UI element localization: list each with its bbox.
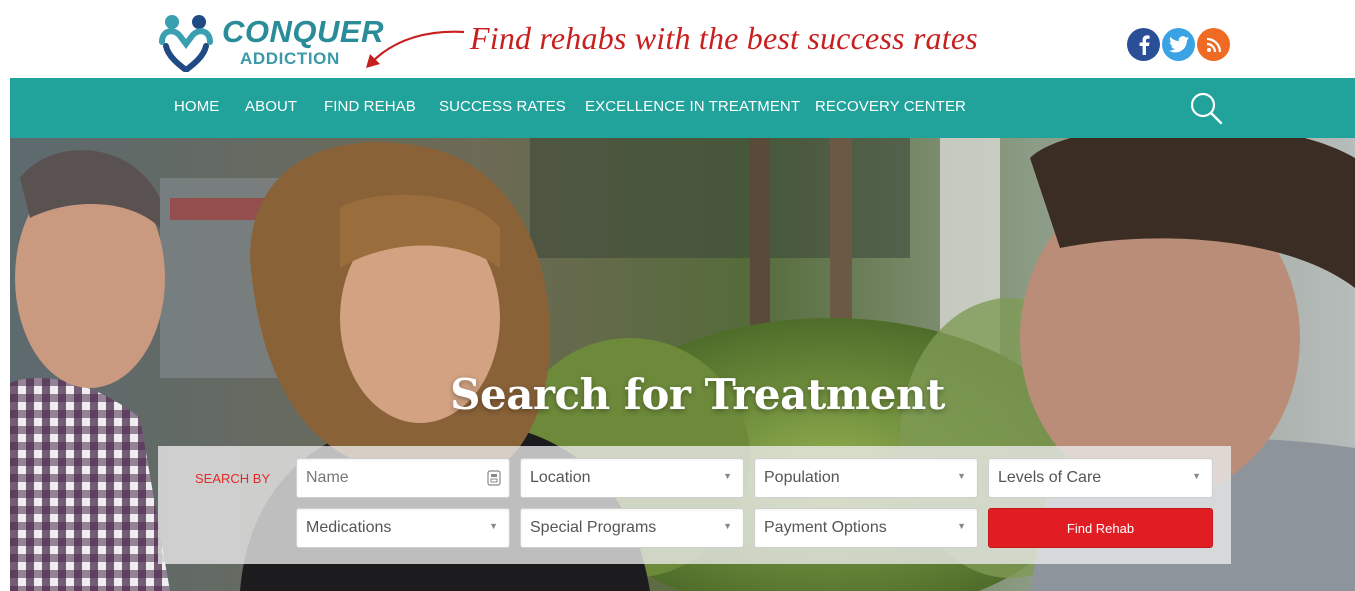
name-input[interactable]: [296, 458, 510, 498]
treatment-search-form: SEARCH BY Location ▼ Population ▼ Levels…: [158, 446, 1231, 564]
location-select-value: Location: [530, 469, 591, 486]
autofill-icon[interactable]: [487, 470, 501, 486]
chevron-down-icon: ▼: [957, 521, 966, 531]
chevron-down-icon: ▼: [723, 471, 732, 481]
location-select[interactable]: Location ▼: [520, 458, 744, 498]
search-icon[interactable]: [1188, 90, 1224, 126]
nav-item-success-rates[interactable]: SUCCESS RATES: [439, 98, 566, 115]
payment-options-select-value: Payment Options: [764, 519, 887, 536]
facebook-icon[interactable]: [1127, 28, 1160, 61]
logo-wordmark-secondary: ADDICTION: [240, 49, 340, 68]
find-rehab-button[interactable]: Find Rehab: [988, 508, 1213, 548]
medications-select[interactable]: Medications ▼: [296, 508, 510, 548]
main-nav: HOME ABOUT FIND REHAB SUCCESS RATES EXCE…: [10, 78, 1355, 138]
logo[interactable]: CONQUER ADDICTION: [158, 10, 383, 74]
arrow-icon: [366, 30, 465, 68]
payment-options-select[interactable]: Payment Options ▼: [754, 508, 978, 548]
chevron-down-icon: ▼: [957, 471, 966, 481]
levels-of-care-select[interactable]: Levels of Care ▼: [988, 458, 1213, 498]
nav-item-recovery-center[interactable]: RECOVERY CENTER: [815, 98, 966, 115]
site-header: CONQUER ADDICTION Find rehabs with the b…: [0, 0, 1355, 78]
nav-item-excellence-in-treatment[interactable]: EXCELLENCE IN TREATMENT: [585, 98, 800, 115]
name-field-wrapper: [296, 458, 510, 498]
levels-of-care-select-value: Levels of Care: [998, 469, 1102, 486]
special-programs-select-value: Special Programs: [530, 519, 657, 536]
chevron-down-icon: ▼: [489, 521, 498, 531]
twitter-icon[interactable]: [1162, 28, 1195, 61]
nav-item-home[interactable]: HOME: [174, 98, 219, 115]
logo-mark-icon: [159, 15, 213, 72]
search-by-label: SEARCH BY: [195, 471, 271, 486]
rss-icon[interactable]: [1197, 28, 1230, 61]
nav-item-about[interactable]: ABOUT: [245, 98, 297, 115]
population-select-value: Population: [764, 469, 840, 486]
population-select[interactable]: Population ▼: [754, 458, 978, 498]
special-programs-select[interactable]: Special Programs ▼: [520, 508, 744, 548]
tagline: Find rehabs with the best success rates: [470, 20, 978, 56]
hero-title: Search for Treatment: [450, 370, 945, 419]
chevron-down-icon: ▼: [723, 521, 732, 531]
chevron-down-icon: ▼: [1192, 471, 1201, 481]
medications-select-value: Medications: [306, 519, 392, 536]
hero-banner: Search for Treatment SEARCH BY Location …: [10, 138, 1355, 591]
nav-item-find-rehab[interactable]: FIND REHAB: [324, 98, 416, 115]
